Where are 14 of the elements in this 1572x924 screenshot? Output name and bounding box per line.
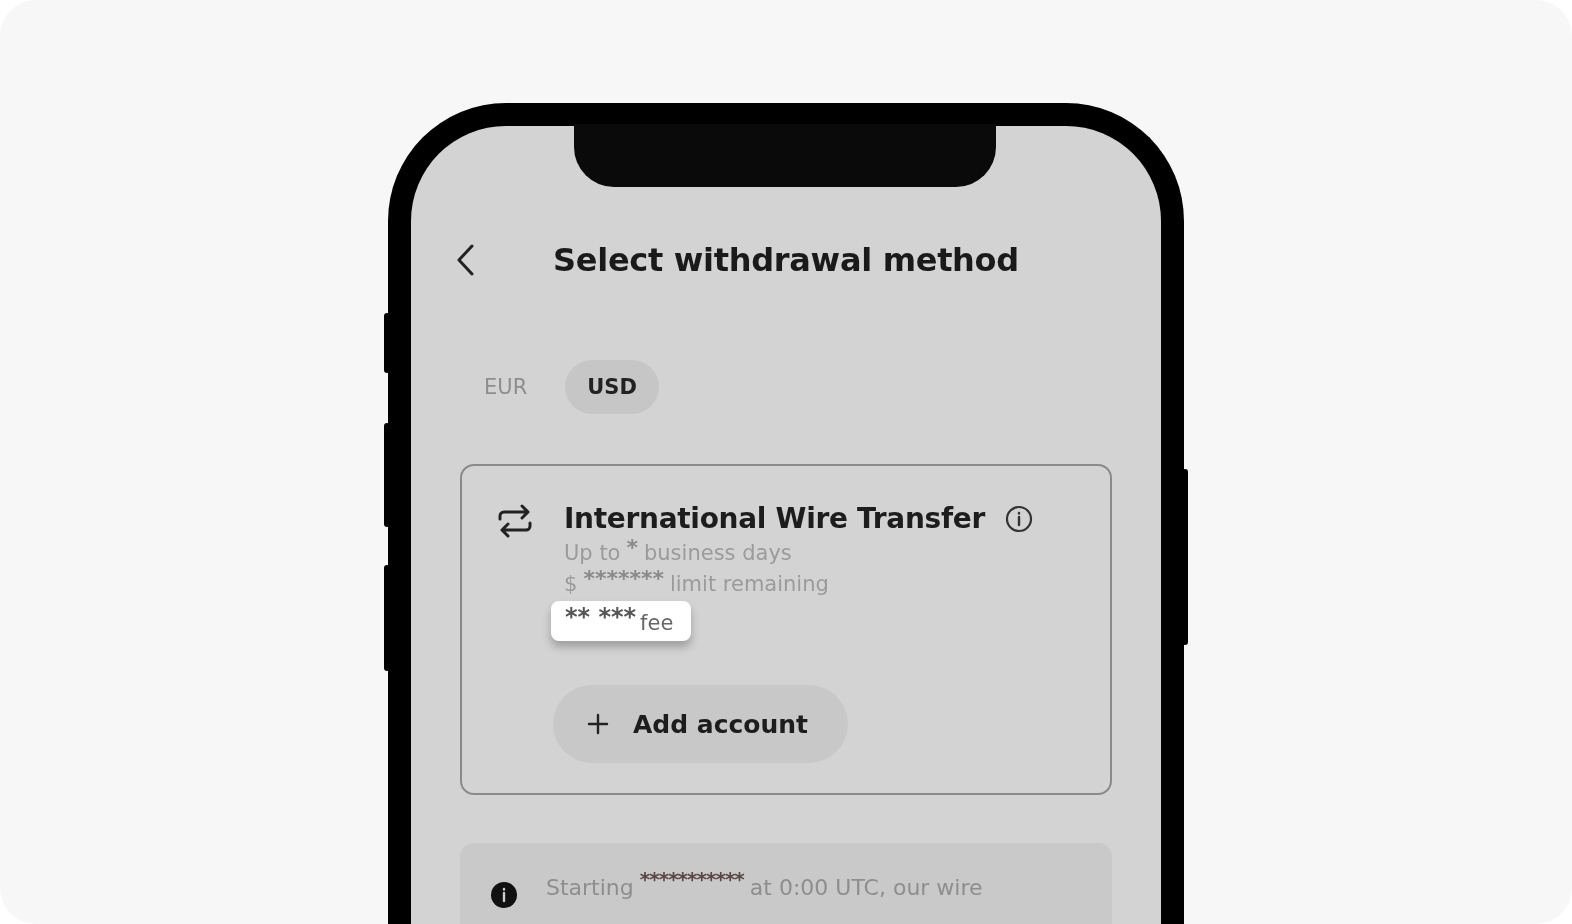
plus-icon (587, 713, 609, 735)
info-icon[interactable] (1005, 504, 1033, 533)
masked-fee: ** *** (565, 603, 637, 631)
method-detail-text: Up to * business days (564, 541, 793, 566)
back-icon[interactable] (456, 244, 474, 276)
fee-label: fee (640, 611, 674, 635)
method-detail-text: $ ******* limit remaining (564, 572, 830, 597)
info-icon (490, 881, 518, 909)
screen-title: Select withdrawal method (553, 241, 1019, 279)
transfer-arrows-icon (496, 504, 534, 538)
currency-tab[interactable]: USD (565, 360, 659, 414)
notice-text: Starting *********** at 0:00 UTC, our wire (546, 873, 983, 900)
method-title: International Wire Transfer (564, 502, 985, 535)
add-account-button[interactable]: Add account (553, 685, 849, 763)
